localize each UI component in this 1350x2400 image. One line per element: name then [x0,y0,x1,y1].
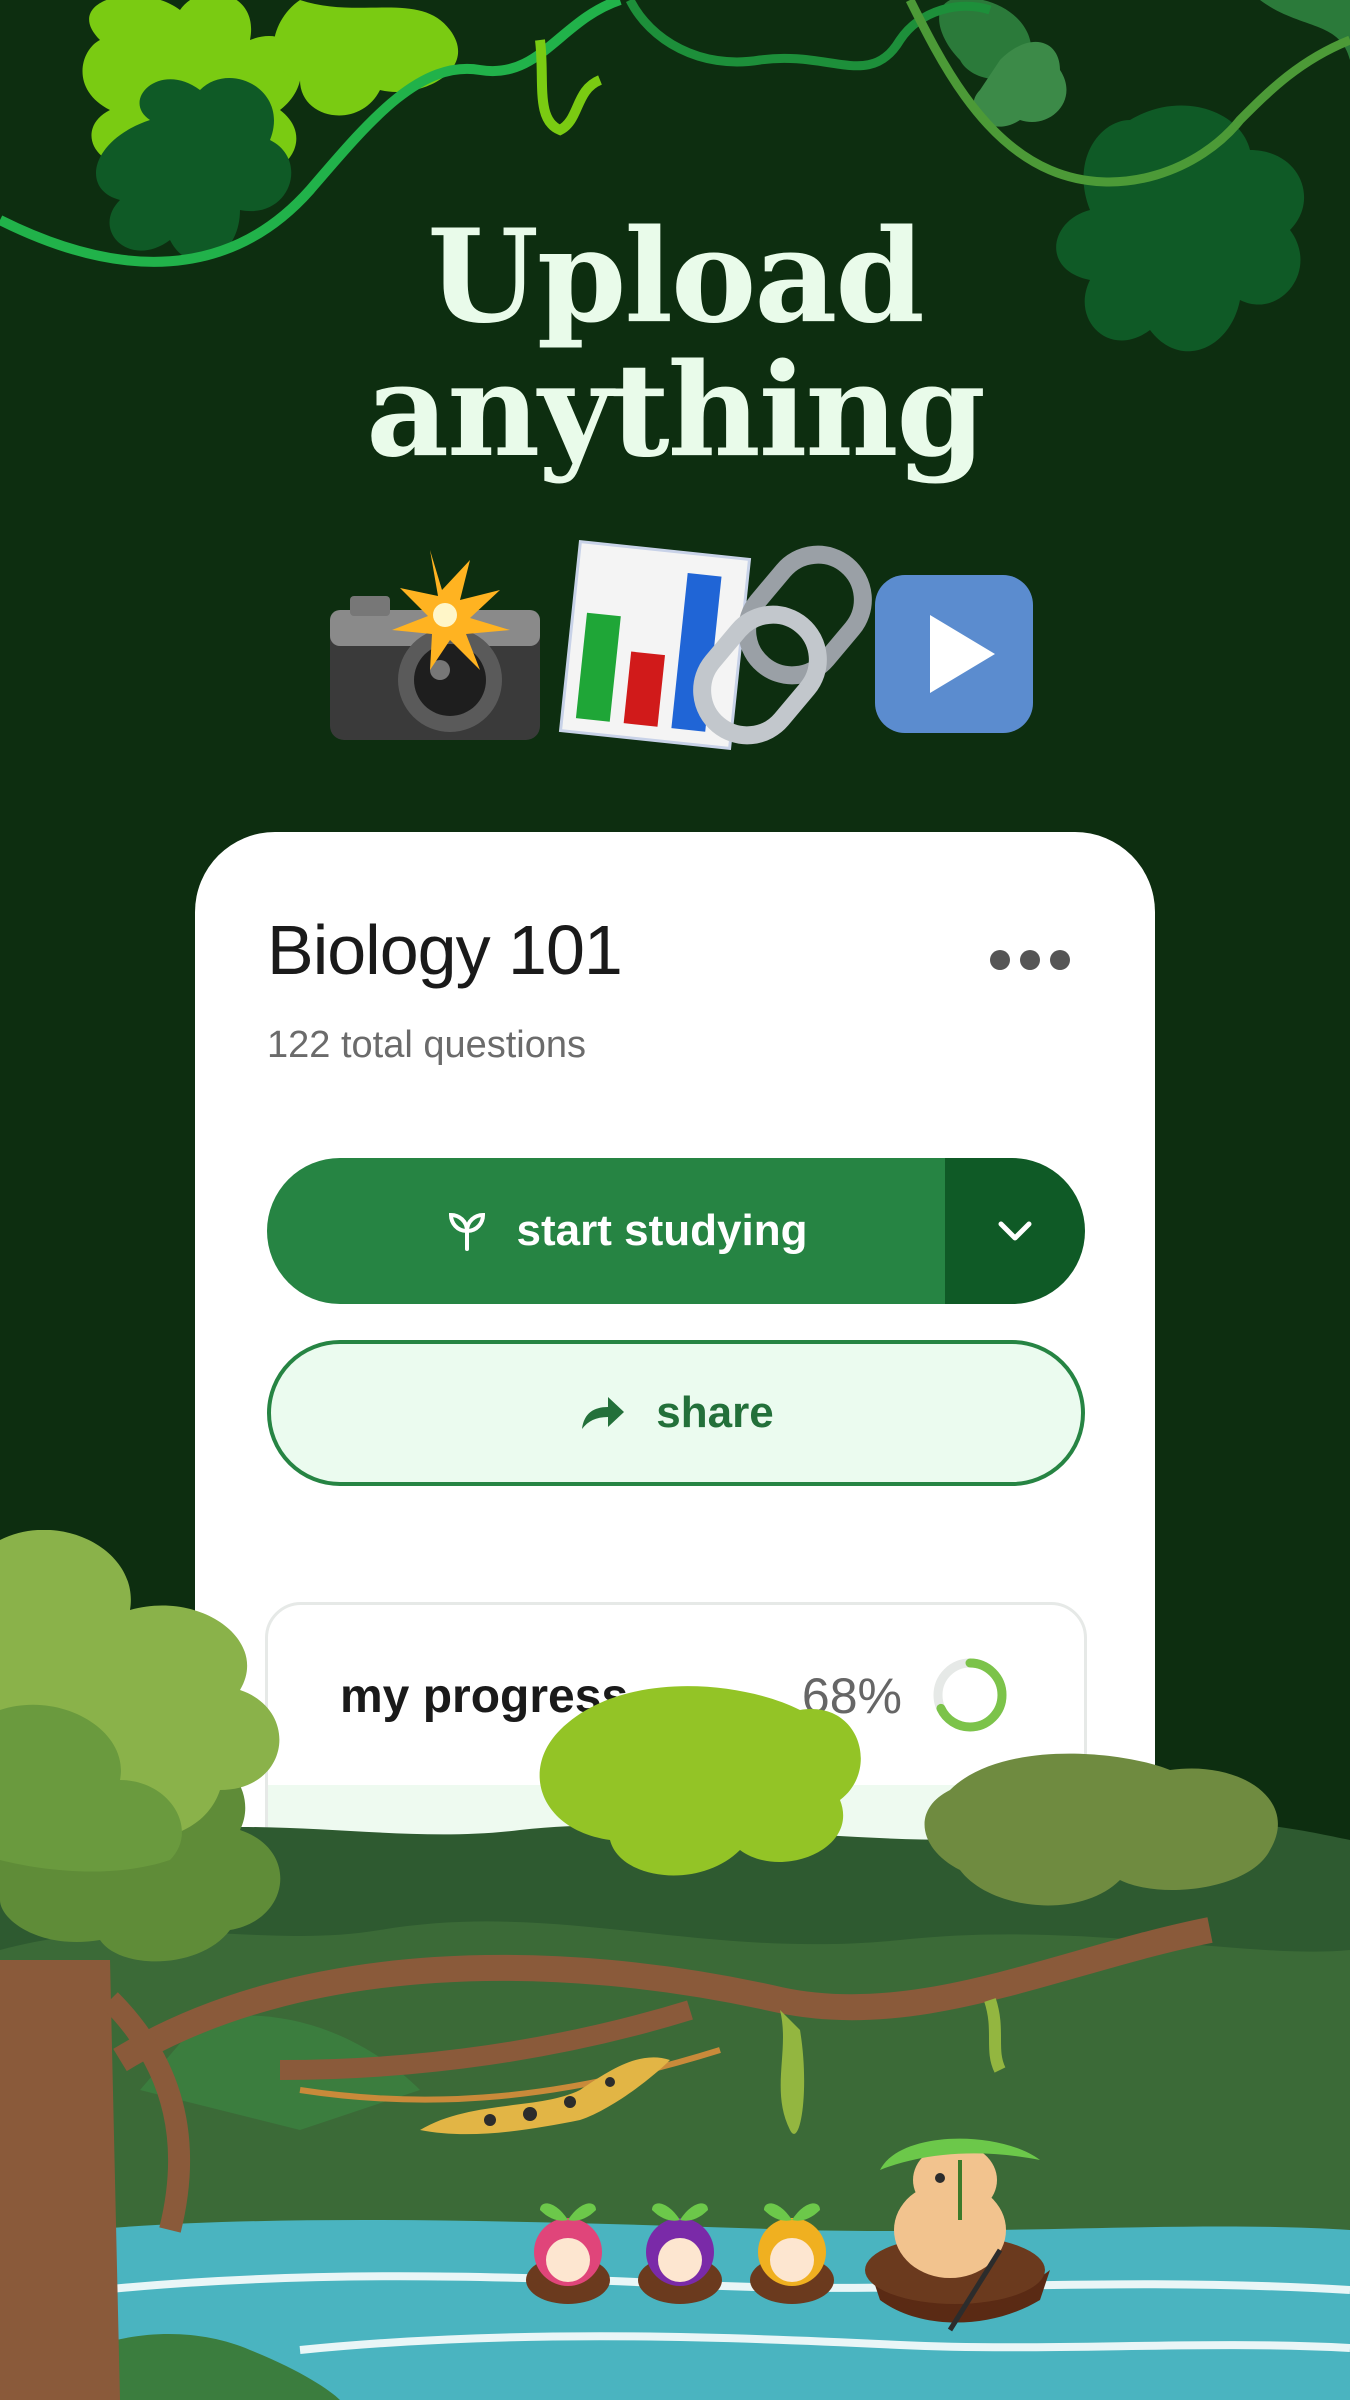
share-button[interactable]: share [267,1340,1085,1486]
sprout-pots-illustration [526,2203,834,2304]
sprout-icon [448,1212,485,1251]
headline-line-2: anything [366,336,986,486]
share-arrow-icon [582,1397,625,1429]
ellipsis-icon [990,950,1010,970]
chevron-down-icon [998,1221,1032,1241]
upload-type-icons [330,539,1033,750]
ellipsis-icon-dot [1050,950,1070,970]
study-mode-dropdown-button[interactable] [945,1158,1085,1304]
more-options-button[interactable] [990,940,1070,980]
question-count: 122 total questions [267,1024,587,1066]
jungle-river-scene [0,1530,1350,2400]
start-studying-button-group: start studying [267,1158,1085,1304]
ellipsis-icon-dot [1020,950,1040,970]
headline: Upload anything [0,210,1350,478]
camera-flash-icon [330,550,540,740]
app-screen: Upload anything Biology 101 122 total qu… [0,0,1350,2400]
play-button-icon [875,575,1033,733]
headline-line-1: Upload [427,202,925,352]
set-title: Biology 101 [267,911,623,989]
share-label: share [656,1388,774,1437]
start-studying-label: start studying [516,1206,808,1255]
start-studying-button[interactable]: start studying [267,1158,945,1304]
